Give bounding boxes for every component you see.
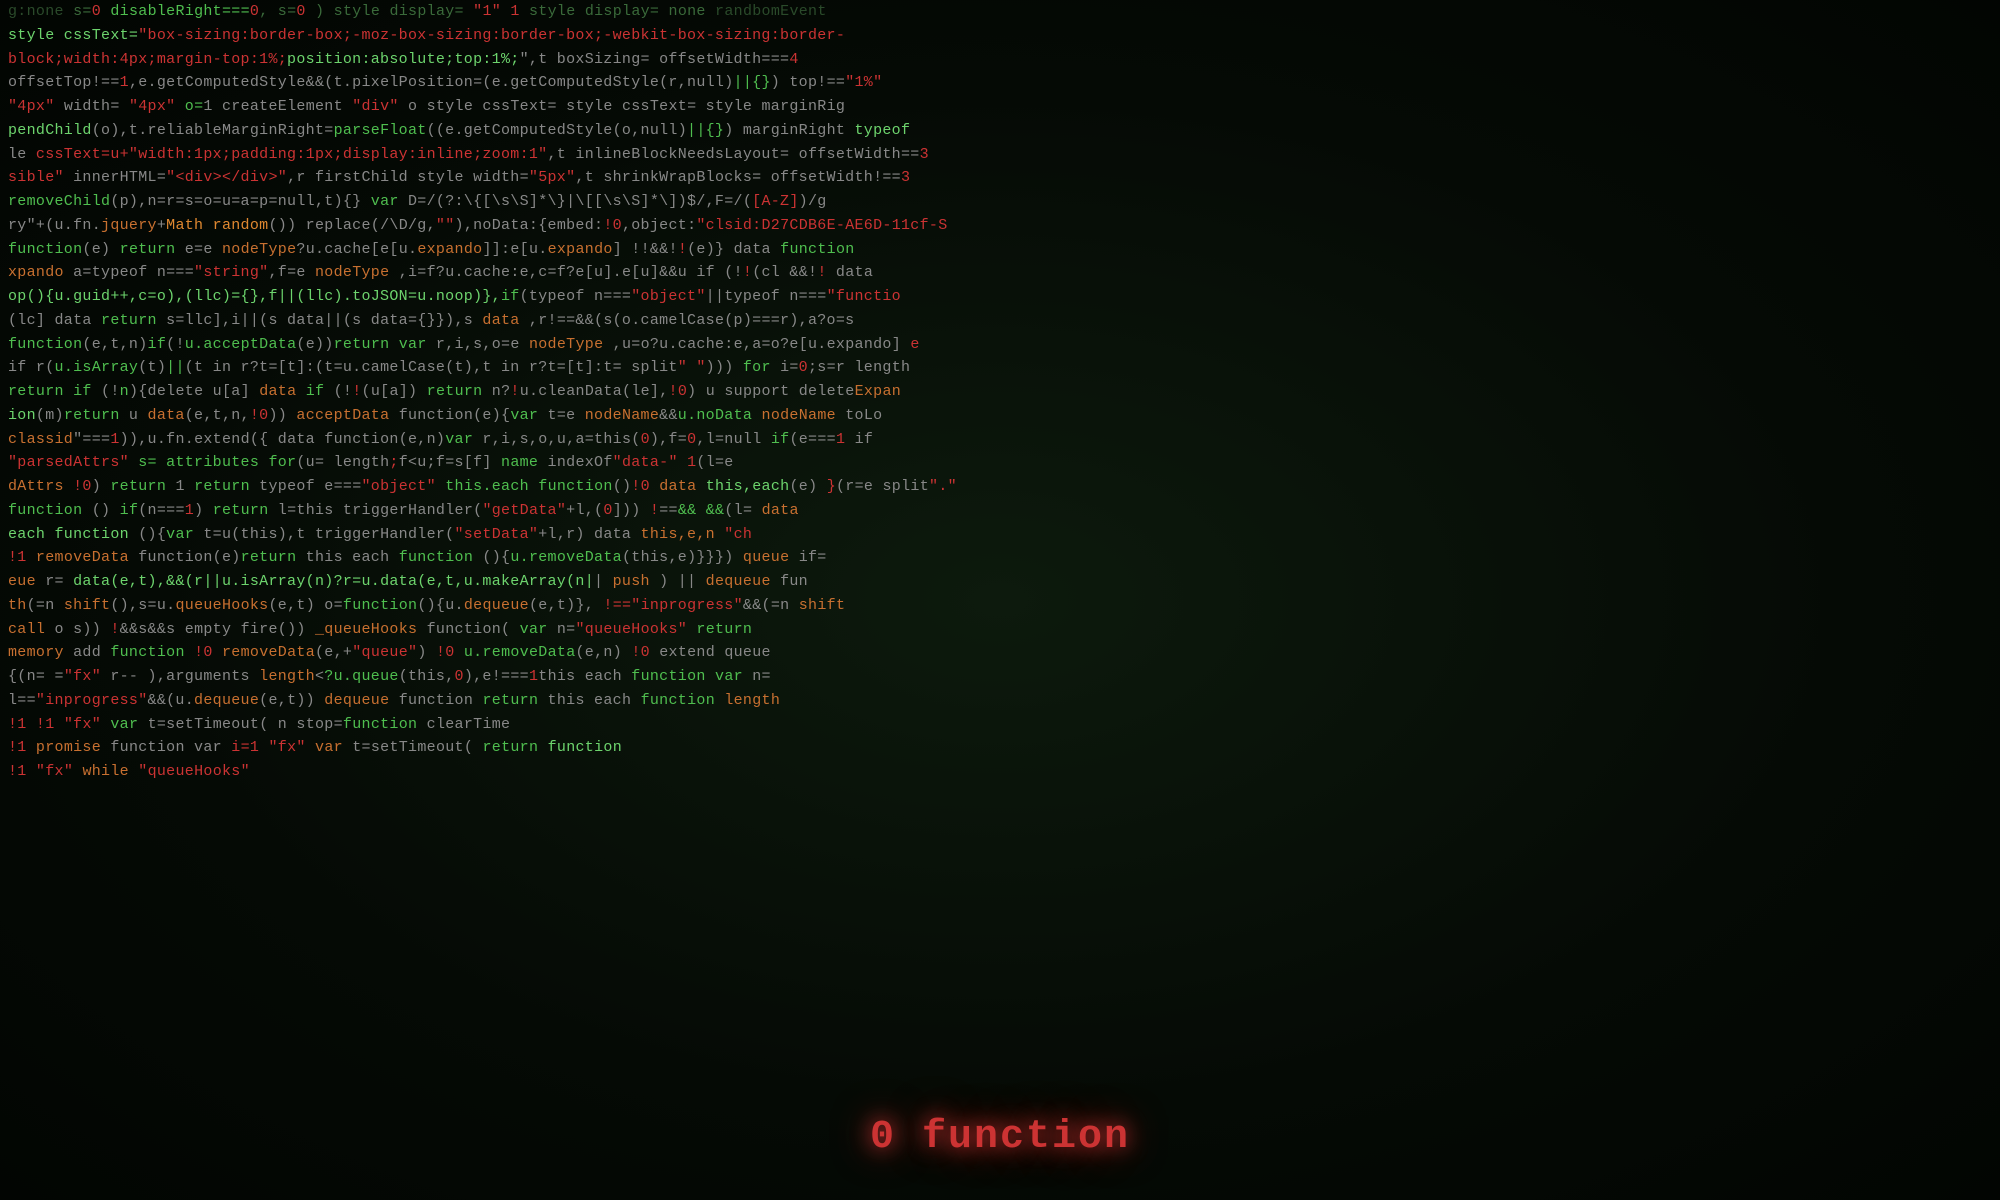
code-line-27: call o s)) !&&s&&s empty fire()) _queueH… (0, 618, 2000, 642)
code-line-31: !1 !1 "fx" var t=setTimeout( n stop=func… (0, 713, 2000, 737)
code-line-2: style cssText="box-sizing:border-box;-mo… (0, 24, 2000, 48)
code-line-30: l=="inprogress"&&(u.dequeue(e,t)) dequeu… (0, 689, 2000, 713)
code-line-33: !1 "fx" while "queueHooks" (0, 760, 2000, 784)
code-line-9: removeChild(p),n=r=s=o=u=a=p=null,t){} v… (0, 190, 2000, 214)
code-line-20: "parsedAttrs" s= attributes for(u= lengt… (0, 451, 2000, 475)
code-line-17: return if (!n){delete u[a] data if (!!(u… (0, 380, 2000, 404)
code-line-16: if r(u.isArray(t)||(t in r?t=[t]:(t=u.ca… (0, 356, 2000, 380)
code-line-13: op(){u.guid++,c=o),(llc)={},f||(llc).toJ… (0, 285, 2000, 309)
code-line-12: xpando a=typeof n==="string",f=e nodeTyp… (0, 261, 2000, 285)
code-display: g:none s=0 disableRight===0, s=0 ) style… (0, 0, 2000, 1200)
code-line-29: {(n= ="fx" r-- ),arguments length<?u.que… (0, 665, 2000, 689)
code-line-11: function(e) return e=e nodeType?u.cache[… (0, 238, 2000, 262)
code-line-24: !1 removeData function(e)return this eac… (0, 546, 2000, 570)
code-line-8: sible" innerHTML="<div></div>",r firstCh… (0, 166, 2000, 190)
code-line-22: function () if(n===1) return l=this trig… (0, 499, 2000, 523)
code-line-7: le cssText=u+"width:1px;padding:1px;disp… (0, 143, 2000, 167)
center-function-text: 0 function (870, 1115, 1130, 1160)
code-line-15: function(e,t,n)if(!u.acceptData(e))retur… (0, 333, 2000, 357)
code-line-14: (lc] data return s=llc],i||(s data||(s d… (0, 309, 2000, 333)
code-line-32: !1 promise function var i=1 "fx" var t=s… (0, 736, 2000, 760)
code-line-28: memory add function !0 removeData(e,+"qu… (0, 641, 2000, 665)
code-line-25: eue r= data(e,t),&&(r||u.isArray(n)?r=u.… (0, 570, 2000, 594)
code-line-1: g:none s=0 disableRight===0, s=0 ) style… (0, 0, 2000, 24)
code-line-5: "4px" width= "4px" o=1 createElement "di… (0, 95, 2000, 119)
code-line-18: ion(m)return u data(e,t,n,!0)) acceptDat… (0, 404, 2000, 428)
code-line-10: ry"+(u.fn.jquery+Math random()) replace(… (0, 214, 2000, 238)
code-line-3: block;width:4px;margin-top:1%;position:a… (0, 48, 2000, 72)
code-line-21: dAttrs !0) return 1 return typeof e==="o… (0, 475, 2000, 499)
code-line-26: th(=n shift(),s=u.queueHooks(e,t) o=func… (0, 594, 2000, 618)
code-line-19: classid"===1)),u.fn.extend({ data functi… (0, 428, 2000, 452)
code-line-6: pendChild(o),t.reliableMarginRight=parse… (0, 119, 2000, 143)
code-line-23: each function (){var t=u(this),t trigger… (0, 523, 2000, 547)
code-line-4: offsetTop!==1,e.getComputedStyle&&(t.pix… (0, 71, 2000, 95)
